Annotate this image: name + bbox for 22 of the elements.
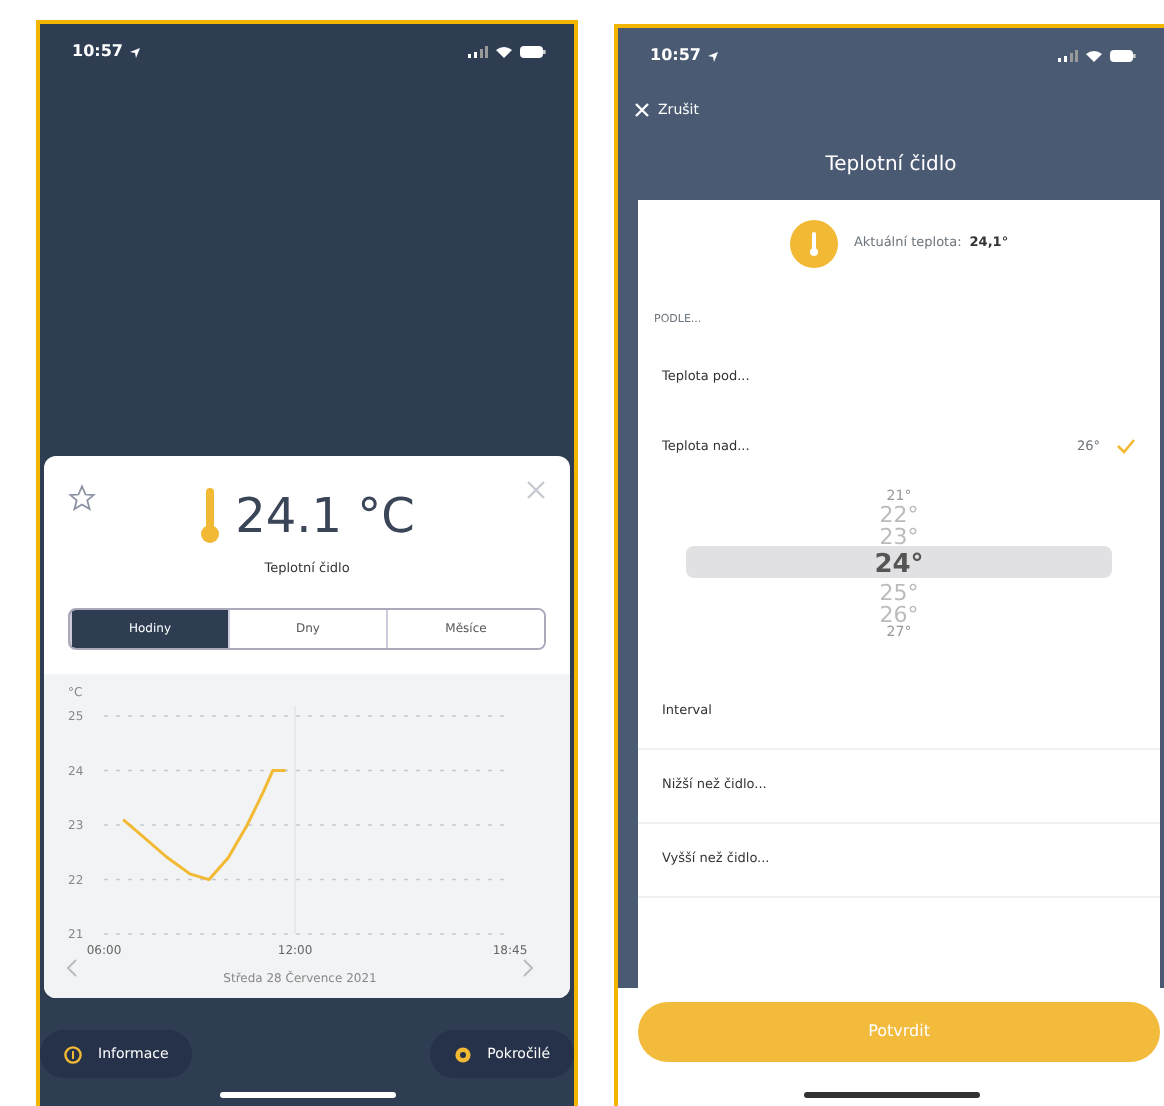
thermometer-icon	[199, 488, 220, 544]
wifi-icon	[496, 46, 513, 58]
location-icon	[130, 47, 141, 57]
picker-value[interactable]: 24°	[874, 548, 924, 583]
previous-icon[interactable]	[66, 958, 77, 977]
battery-icon	[1110, 50, 1136, 62]
wifi-icon	[1086, 50, 1102, 62]
temperature-value: 24.1 °C	[235, 492, 415, 540]
status-time: 10:57	[650, 44, 701, 68]
thermometer-icon	[789, 219, 838, 267]
signal-icon	[1058, 50, 1078, 62]
sliders-icon	[453, 1045, 472, 1063]
close-icon	[634, 102, 651, 119]
next-icon[interactable]	[523, 958, 534, 977]
info-icon	[64, 1045, 82, 1063]
star-icon[interactable]	[68, 484, 96, 512]
signal-icon	[468, 46, 489, 58]
location-icon	[708, 51, 719, 61]
battery-icon	[520, 46, 547, 58]
screen-title: Teplotní čidlo	[823, 151, 959, 179]
close-icon[interactable]	[526, 480, 547, 500]
status-time: 10:57	[72, 40, 123, 64]
